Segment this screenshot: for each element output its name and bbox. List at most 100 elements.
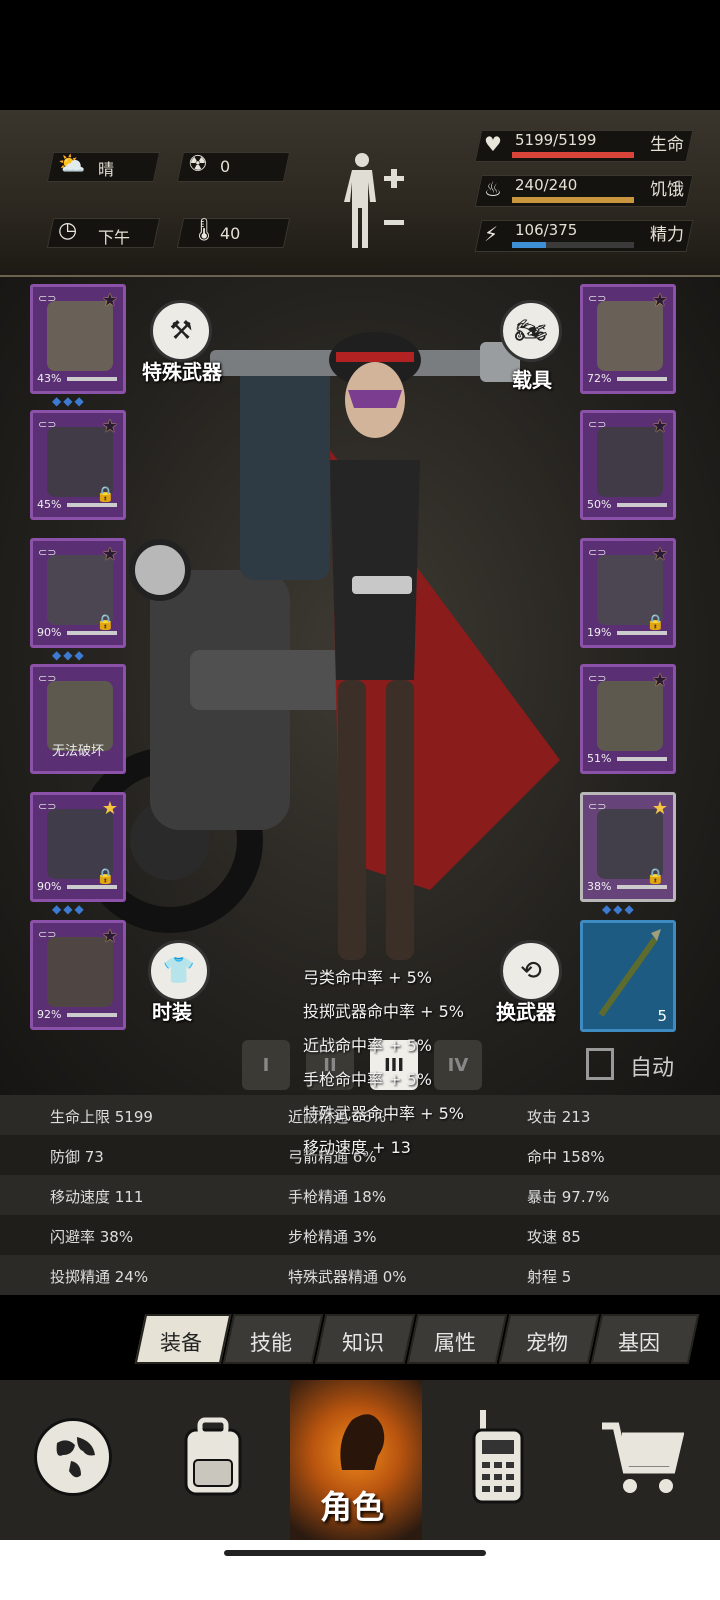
durability-value: 51%: [587, 752, 612, 765]
radiation-value: 0: [220, 157, 231, 176]
radio-icon: [472, 1410, 524, 1504]
slot-backpack[interactable]: ⊂⊃ 无法破坏: [30, 664, 126, 774]
durability-value: 43%: [37, 372, 62, 385]
stat-value: 手枪精通 18%: [288, 1188, 387, 1206]
stat-value: 命中 158%: [527, 1148, 605, 1166]
unbreakable-label: 无法破坏: [51, 744, 104, 759]
durability-bar: [617, 631, 667, 635]
nav-radio-button[interactable]: [470, 1410, 526, 1504]
durability-bar: [67, 885, 117, 889]
lock-icon: 🔒: [646, 867, 665, 885]
time-label: 下午: [98, 228, 131, 247]
vital-label: 生命: [650, 135, 684, 155]
slot-armband[interactable]: ⊂⊃ ★ 51%: [580, 664, 676, 774]
nav-backpack-button[interactable]: [176, 1416, 250, 1500]
bonus-line: 特殊武器命中率 + 5%: [303, 1104, 464, 1123]
home-indicator[interactable]: [224, 1550, 486, 1556]
fashion-button[interactable]: 👕: [148, 940, 210, 1002]
stat-value: 暴击 97.7%: [527, 1188, 610, 1206]
slot-coat[interactable]: ⊂⊃ ★ 90% 🔒: [30, 538, 126, 648]
slot-helmet[interactable]: ⊂⊃ ★ 43%: [30, 284, 126, 394]
goggles-icon: [597, 301, 663, 371]
vital-label: 精力: [650, 225, 684, 245]
vital-label: 饥饿: [650, 180, 684, 200]
slot-jacket[interactable]: ⊂⊃ ★ 45% 🔒: [30, 410, 126, 520]
wrench-icon: ⚒: [169, 316, 193, 346]
stats-row: 闪避率 38% 步枪精通 3% 攻速 85: [0, 1215, 720, 1255]
outfit-tab-1[interactable]: I: [242, 1040, 290, 1090]
stat-value: 防御 73: [50, 1148, 104, 1166]
body-status-button[interactable]: [340, 150, 410, 250]
star-icon: ★: [651, 798, 668, 819]
clock-icon: ◷: [58, 218, 78, 243]
vehicle-button[interactable]: 🏍: [500, 300, 562, 362]
vital-value: 5199/5199: [515, 131, 597, 149]
lock-icon: 🔒: [96, 613, 115, 631]
durability-value: 38%: [587, 880, 612, 893]
star-icon: ★: [101, 544, 118, 565]
durability-value: 90%: [37, 626, 62, 639]
vital-value: 240/240: [515, 176, 578, 194]
auto-checkbox[interactable]: [586, 1048, 614, 1080]
upgrade-dots: ◆◆◆: [52, 648, 86, 662]
weapon-slot[interactable]: 5: [580, 920, 676, 1032]
slot-boots[interactable]: ⊂⊃ ★ 92%: [30, 920, 126, 1030]
outfit-tab-4[interactable]: IV: [434, 1040, 482, 1090]
special-weapon-button[interactable]: ⚒: [150, 300, 212, 362]
nav-globe-button[interactable]: [34, 1418, 112, 1496]
vital-value: 106/375: [515, 221, 578, 239]
nav-character-label: 角色: [320, 1488, 385, 1526]
globe-icon: [56, 1437, 95, 1478]
bonus-line: 手枪命中率 + 5%: [303, 1070, 432, 1089]
vehicle-label: 载具: [512, 368, 552, 392]
durability-value: 90%: [37, 880, 62, 893]
swap-icon: ⟲: [520, 956, 542, 986]
auto-label: 自动: [630, 1056, 675, 1081]
slot-vest[interactable]: ⊂⊃ ★ 19% 🔒: [580, 538, 676, 648]
durability-bar: [617, 885, 667, 889]
stat-value: 投掷精通 24%: [50, 1268, 149, 1286]
stomach-icon: ♨: [484, 177, 502, 201]
bonus-line: 近战命中率 + 5%: [303, 1036, 432, 1055]
boots-icon: [47, 937, 113, 1007]
tab-label-1: 技能: [250, 1331, 292, 1355]
cloud-sun-icon: ⛅: [58, 152, 86, 177]
special-weapon-label: 特殊武器: [142, 360, 222, 384]
fashion-label: 时装: [152, 1000, 192, 1024]
nav-cart-button[interactable]: [598, 1418, 685, 1498]
motorcycle-icon: 🏍: [514, 316, 548, 346]
bonus-line: 移动速度 + 13: [303, 1138, 411, 1157]
bonus-line: 投掷武器命中率 + 5%: [303, 1002, 464, 1021]
stats-row: 投掷精通 24% 特殊武器精通 0% 射程 5: [0, 1255, 720, 1295]
helmet-icon: [47, 301, 113, 371]
upgrade-dots: ◆◆◆: [52, 902, 86, 916]
lock-icon: 🔒: [646, 613, 665, 631]
stat-value: 生命上限 5199: [50, 1108, 153, 1126]
nav-character-button[interactable]: [322, 1400, 392, 1480]
vital-bar-fill: [512, 197, 634, 203]
weather-label: 晴: [98, 160, 115, 179]
star-icon: ★: [101, 290, 118, 311]
star-icon: ★: [651, 544, 668, 565]
slot-goggles[interactable]: ⊂⊃ ★ 72%: [580, 284, 676, 394]
body-silhouette-icon: [344, 153, 404, 248]
star-icon: ★: [651, 416, 668, 437]
heart-icon: ♥: [484, 132, 502, 156]
weapon-count: 5: [657, 1007, 667, 1025]
star-icon: ★: [651, 290, 668, 311]
durability-bar: [617, 503, 667, 507]
upgrade-dots: ◆◆◆: [602, 902, 636, 916]
switch-weapon-label: 换武器: [496, 1000, 556, 1024]
stat-value: 射程 5: [527, 1268, 572, 1286]
slot-pistol[interactable]: ⊂⊃ ★ 38% 🔒: [580, 792, 676, 902]
slot-pants[interactable]: ⊂⊃ ★ 90% 🔒: [30, 792, 126, 902]
switch-weapon-button[interactable]: ⟲: [500, 940, 562, 1002]
durability-value: 19%: [587, 626, 612, 639]
tab-label-5: 基因: [618, 1331, 660, 1355]
durability-value: 92%: [37, 1008, 62, 1021]
durability-bar: [67, 377, 117, 381]
durability-bar: [67, 631, 117, 635]
durability-value: 45%: [37, 498, 62, 511]
slot-gas-mask[interactable]: ⊂⊃ ★ 50%: [580, 410, 676, 520]
system-bar: [0, 1540, 720, 1600]
